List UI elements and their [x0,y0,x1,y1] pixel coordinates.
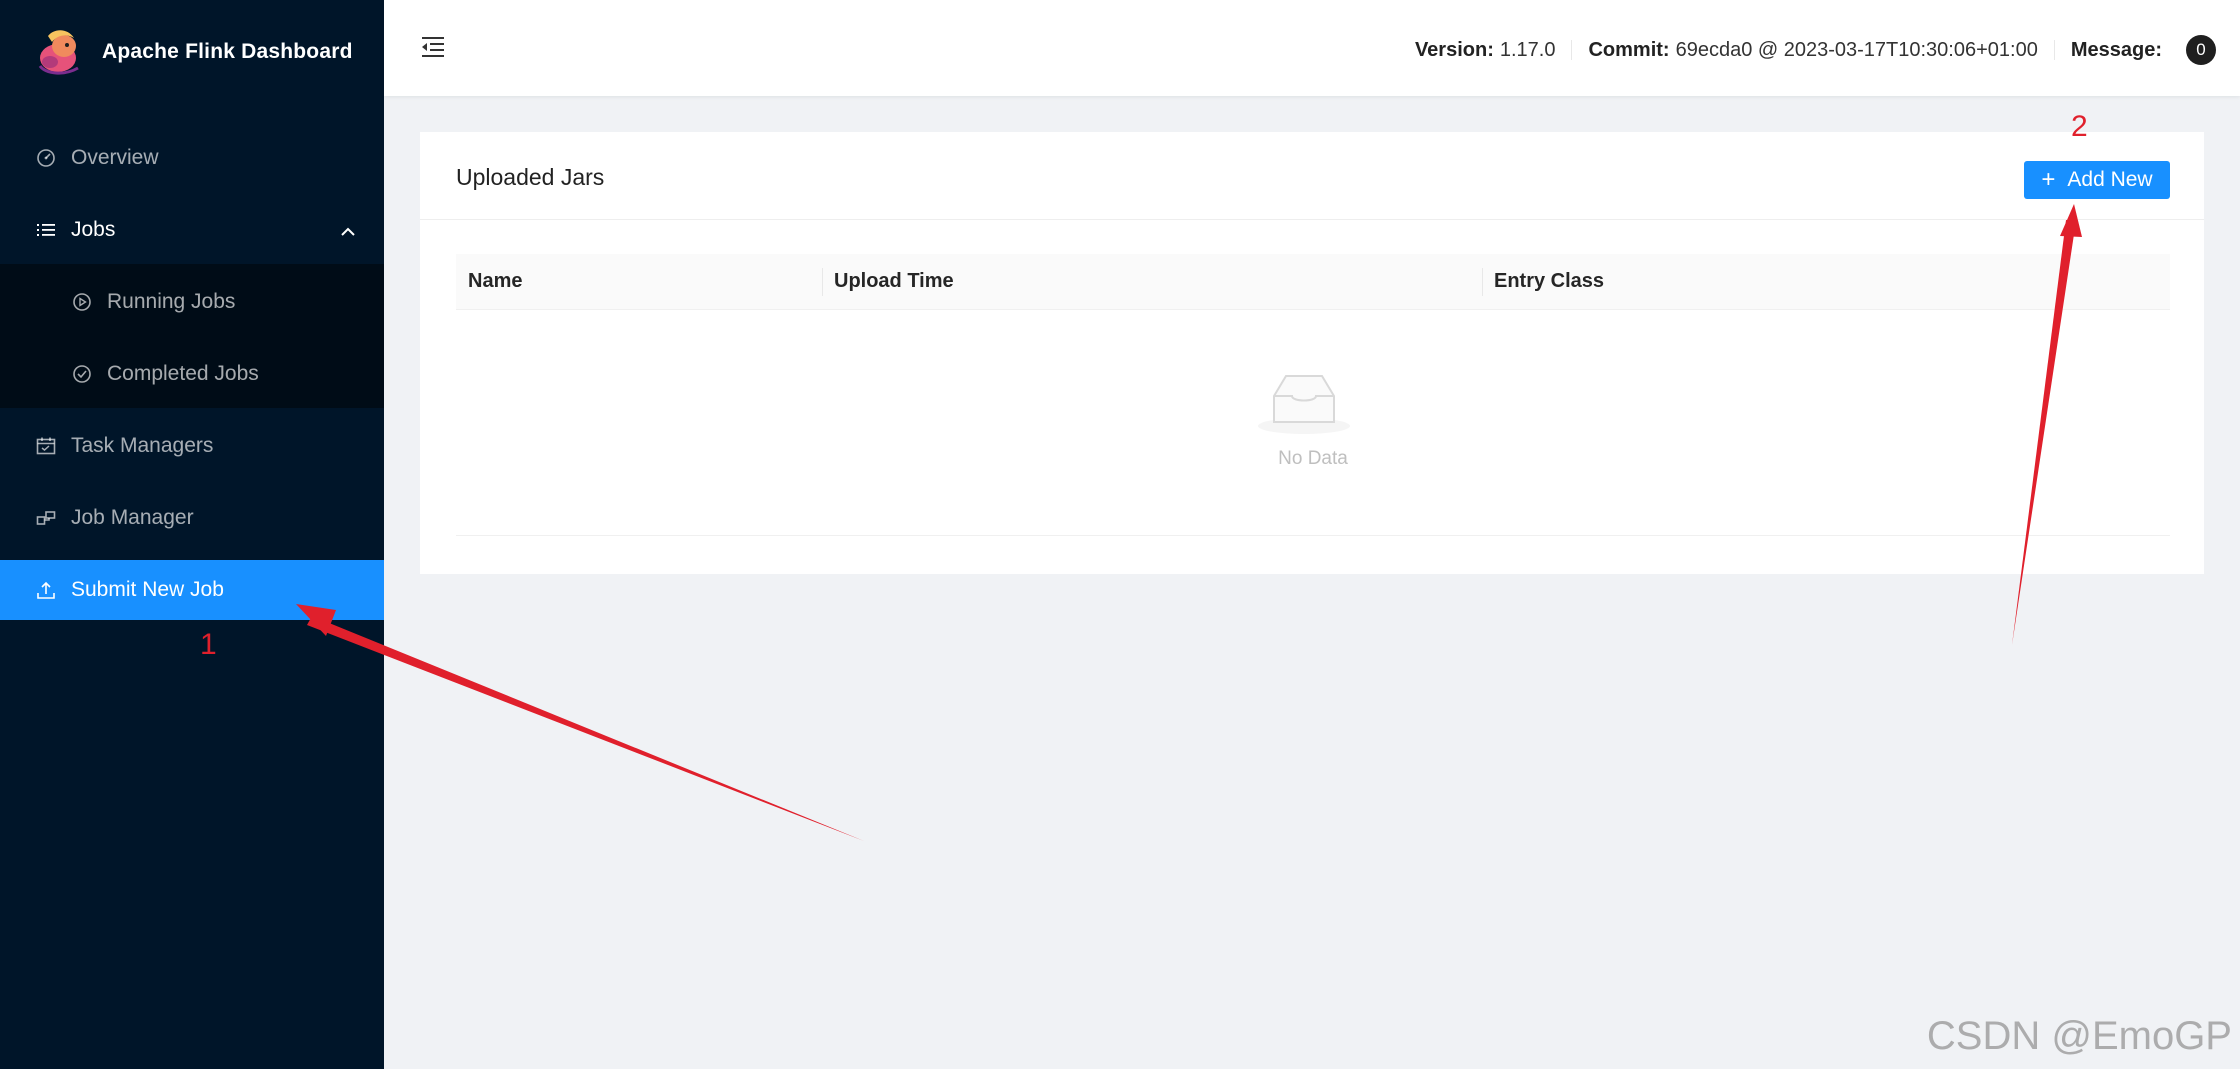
commit-value: 69ecda0 @ 2023-03-17T10:30:06+01:00 [1675,38,2038,61]
version-label: Version: [1414,38,1494,61]
sidebar-item-label: Running Jobs [107,290,236,313]
plus-icon: + [2041,166,2056,193]
empty-inbox-icon [1258,375,1350,434]
sidebar-item-label: Overview [71,146,159,169]
column-header-name[interactable]: Name [456,254,822,309]
column-header-upload-time[interactable]: Upload Time [822,254,1482,309]
chevron-up-icon [340,222,356,246]
divider [2053,40,2055,60]
add-new-button[interactable]: + Add New [2024,161,2170,199]
sidebar: Apache Flink Dashboard Overview Jobs Run… [0,0,384,1069]
schedule-icon [35,435,57,457]
upload-icon [35,579,57,601]
flink-logo-icon [38,30,79,75]
commit-label: Commit: [1588,38,1670,61]
add-new-label: Add New [2067,168,2153,191]
version-value: 1.17.0 [1499,38,1556,61]
sidebar-item-submit-new-job[interactable]: Submit New Job [0,560,384,620]
sidebar-item-task-managers[interactable]: Task Managers [0,416,384,476]
menu-fold-icon[interactable] [420,34,446,65]
uploaded-jars-card: Uploaded Jars + Add New Name Upload Time… [420,132,2204,574]
play-circle-icon [71,291,93,313]
sidebar-item-jobs[interactable]: Jobs [0,200,384,260]
app-title: Apache Flink Dashboard [102,40,353,63]
card-header: Uploaded Jars + Add New [420,132,2204,220]
sidebar-item-label: Job Manager [71,506,194,529]
dashboard-icon [35,147,57,169]
sidebar-item-label: Jobs [71,218,116,241]
brand[interactable]: Apache Flink Dashboard [0,0,384,104]
top-header: Version: 1.17.0 Commit: 69ecda0 @ 2023-0… [384,0,2240,96]
empty-state: No Data [456,310,2170,536]
cluster-info: Version: 1.17.0 Commit: 69ecda0 @ 2023-0… [1415,0,2216,100]
list-icon [35,219,57,241]
sidebar-item-completed-jobs[interactable]: Completed Jobs [0,344,384,404]
annotation-label-2: 2 [2071,110,2088,143]
sidebar-item-overview[interactable]: Overview [0,128,384,188]
card-title: Uploaded Jars [456,164,605,190]
sidebar-item-label: Task Managers [71,434,214,457]
check-circle-icon [71,363,93,385]
annotation-label-1: 1 [200,628,217,661]
sidebar-item-label: Completed Jobs [107,362,259,385]
sidebar-item-label: Submit New Job [71,578,224,601]
column-header-entry-class[interactable]: Entry Class [1482,254,2170,309]
jars-table: Name Upload Time Entry Class No Data [456,254,2170,536]
cluster-icon [35,507,57,529]
sidebar-item-job-manager[interactable]: Job Manager [0,488,384,548]
divider [1571,40,1573,60]
table-header: Name Upload Time Entry Class [456,254,2170,310]
message-count-badge[interactable]: 0 [2186,35,2216,65]
message-label[interactable]: Message: [2071,39,2162,62]
watermark: CSDN @EmoGP [1926,1014,2232,1058]
empty-text: No Data [1278,448,1348,469]
sidebar-item-running-jobs[interactable]: Running Jobs [0,272,384,332]
